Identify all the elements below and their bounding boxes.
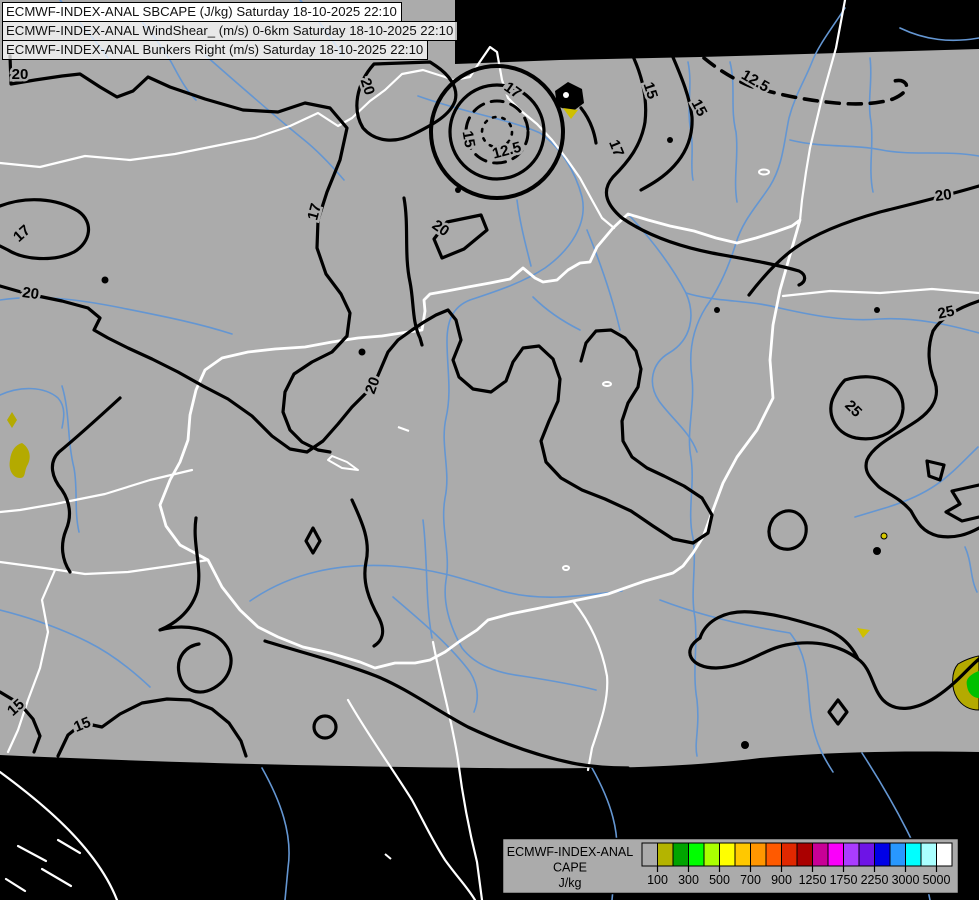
contour-value-label: 20 (12, 66, 29, 83)
legend-color-cell (672, 842, 689, 867)
legend-color-cell (641, 842, 658, 867)
lake-small-1 (758, 168, 770, 176)
legend-color-cell (719, 842, 736, 867)
legend-color-cell (936, 842, 953, 867)
legend-color-cell (796, 842, 813, 867)
legend-title-line: CAPE (553, 861, 587, 875)
title-block: ECMWF-INDEX-ANAL SBCAPE (J/kg) Saturday … (2, 2, 459, 60)
legend-tick-label: 300 (678, 873, 699, 887)
contour-value-label: 15 (459, 130, 479, 149)
shear-minimum-center (563, 92, 569, 98)
legend-color-cell (765, 842, 782, 867)
legend-color-cell (874, 842, 891, 867)
legend-title-line: ECMWF-INDEX-ANAL (507, 845, 633, 859)
title-line-windshear: ECMWF-INDEX-ANAL WindShear_ (m/s) 0-6km … (2, 21, 459, 41)
lake-small-2 (602, 381, 612, 387)
legend-color-cell (657, 842, 674, 867)
legend-color-cell (889, 842, 906, 867)
legend-color-cell (781, 842, 798, 867)
legend-color-cell (905, 842, 922, 867)
cape-patch-east-dot (880, 532, 888, 540)
contour-value-label: 20 (21, 284, 40, 303)
legend-title-line: J/kg (559, 876, 582, 890)
legend-color-cell (920, 842, 937, 867)
legend-color-cell (688, 842, 705, 867)
weather-map-screenshot: 20 20 17 17 20 20 20 17 15 12.5 15 15 17 12.5 20 25 25 15… (0, 0, 979, 900)
legend-color-cell (734, 842, 751, 867)
legend-tick-label: 700 (740, 873, 761, 887)
legend-color-cell (750, 842, 767, 867)
legend-color-cell (812, 842, 829, 867)
legend-tick-label: 2250 (861, 873, 889, 887)
legend-tick-label: 1750 (830, 873, 858, 887)
legend-color-cell (843, 842, 860, 867)
title-line-bunkers: ECMWF-INDEX-ANAL Bunkers Right (m/s) Sat… (2, 40, 429, 60)
legend-tick-label: 3000 (892, 873, 920, 887)
legend-tick-label: 1250 (799, 873, 827, 887)
legend-color-cell (827, 842, 844, 867)
contour-value-label: 25 (936, 303, 956, 323)
legend-tick-label: 900 (771, 873, 792, 887)
contour-value-label: 20 (934, 186, 953, 205)
lake-small-3 (562, 565, 570, 571)
legend-tick-label: 5000 (923, 873, 951, 887)
cape-legend: ECMWF-INDEX-ANAL CAPEJ/kg 100 300 500 700 900 1… (501, 837, 960, 895)
map-canvas: 202017172020201715 12.515151712.520252515… (0, 0, 979, 900)
legend-color-cell (703, 842, 720, 867)
legend-tick-label: 100 (647, 873, 668, 887)
legend-color-cell (858, 842, 875, 867)
title-line-sbcape: ECMWF-INDEX-ANAL SBCAPE (J/kg) Saturday … (2, 2, 402, 22)
legend-tick-label: 500 (709, 873, 730, 887)
